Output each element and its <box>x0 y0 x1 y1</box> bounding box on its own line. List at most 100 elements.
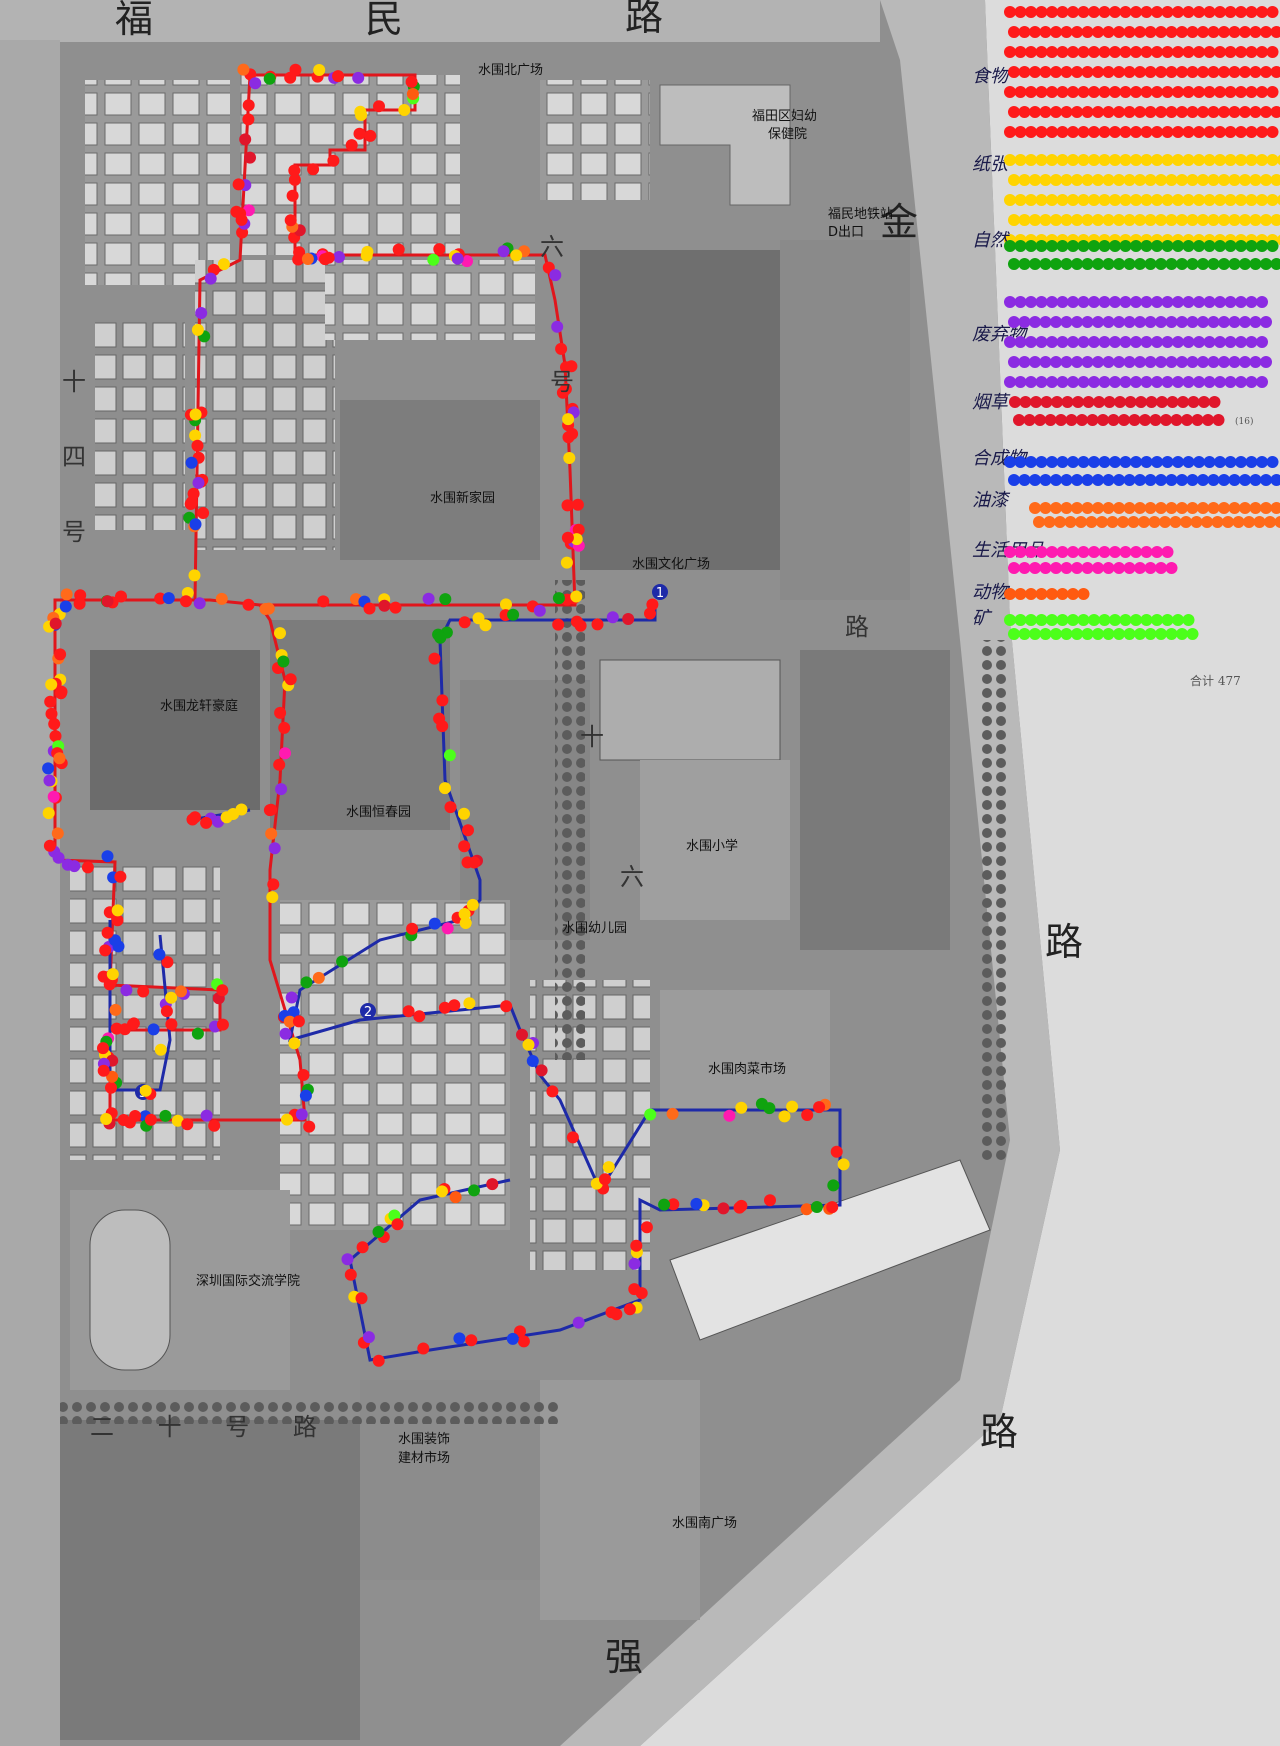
legend-dot <box>1249 214 1262 226</box>
legend-dot <box>1109 240 1121 252</box>
legend-dot <box>1203 6 1216 18</box>
legend-dot <box>1077 456 1090 468</box>
legend-dot <box>1088 194 1100 206</box>
legend-dot <box>1182 126 1195 138</box>
litter-dot <box>813 1101 826 1114</box>
legend-dot <box>1256 6 1268 18</box>
road-label-shisi-2: 四 <box>62 443 86 471</box>
legend-dot <box>1144 628 1157 640</box>
litter-dot <box>263 804 276 817</box>
legend-dot <box>1004 456 1016 468</box>
legend-dot <box>1014 614 1027 626</box>
legend-dot <box>1134 474 1146 486</box>
legend-dot <box>1193 46 1205 58</box>
legend-dot <box>1266 86 1279 98</box>
litter-dot <box>566 1131 579 1144</box>
legend-dot <box>1077 126 1090 138</box>
legend-dot <box>1172 240 1184 252</box>
block-s2 <box>530 980 650 1270</box>
legend-dot <box>1161 546 1174 558</box>
legend-dot <box>1046 546 1058 558</box>
legend-dot <box>1098 126 1111 138</box>
legend-dot <box>1050 106 1062 118</box>
legend-dot <box>1160 414 1172 426</box>
litter-dot <box>268 842 281 855</box>
litter-dot <box>263 72 276 85</box>
litter-dot <box>417 1342 430 1355</box>
legend-dot <box>1144 26 1157 38</box>
litter-dot <box>300 976 313 989</box>
road-label-liu: 六 <box>540 233 564 261</box>
legend-dot <box>1077 154 1090 166</box>
legend-dot <box>1155 628 1167 640</box>
legend-dot <box>1102 26 1115 38</box>
legend-dot <box>1025 546 1037 558</box>
litter-dot <box>735 1101 748 1114</box>
legend-dot <box>1004 126 1016 138</box>
legend-dot <box>1182 296 1195 308</box>
litter-dot <box>44 695 57 708</box>
legend-dot <box>1181 414 1193 426</box>
legend-dot <box>1025 154 1037 166</box>
litter-dot <box>827 1179 840 1192</box>
legend-dot <box>1035 296 1048 308</box>
litter-dot <box>378 599 391 612</box>
legend-dot <box>1239 174 1251 186</box>
legend-dot <box>1127 516 1140 528</box>
litter-dot <box>764 1194 776 1207</box>
legend-dot <box>1182 376 1195 388</box>
legend-dot <box>1186 26 1199 38</box>
litter-dot <box>115 590 127 603</box>
legend-dot <box>1088 336 1100 348</box>
legend-dot <box>1134 26 1146 38</box>
legend-dot <box>1088 376 1100 388</box>
litter-dot <box>185 456 198 469</box>
legend-dot <box>1155 214 1167 226</box>
legend-dot <box>1172 296 1184 308</box>
legend-dot <box>1014 86 1027 98</box>
legend-dot <box>1092 214 1104 226</box>
legend-dot <box>1245 86 1258 98</box>
legend-dot <box>1134 316 1146 328</box>
legend-dot <box>1025 240 1037 252</box>
legend-dot <box>1018 174 1031 186</box>
litter-dot <box>317 595 330 608</box>
litter-dot <box>55 687 67 700</box>
litter-dot <box>59 600 72 613</box>
legend-dot <box>1155 106 1167 118</box>
legend-dot <box>1182 336 1195 348</box>
legend-dot <box>1239 316 1251 328</box>
legend-dot <box>1046 46 1058 58</box>
legend-dot <box>1056 154 1069 166</box>
legend-dot <box>1008 26 1020 38</box>
litter-dot <box>265 827 278 840</box>
litter-dot <box>42 762 55 775</box>
legend-dot <box>1056 194 1069 206</box>
litter-dot <box>658 1198 671 1211</box>
legend-dot <box>1197 258 1209 270</box>
litter-dot <box>468 1184 480 1197</box>
legend-dot <box>1029 258 1041 270</box>
litter-dot <box>389 601 402 614</box>
legend-dot <box>1186 66 1199 78</box>
legend-dot <box>1151 336 1163 348</box>
litter-dot <box>49 617 62 630</box>
legend-dot <box>1008 356 1020 368</box>
legend-dot <box>1161 456 1174 468</box>
legend-dot <box>1207 66 1220 78</box>
litter-dot <box>153 948 166 961</box>
litter-dot <box>436 694 449 707</box>
litter-dot <box>535 1064 548 1077</box>
legend-dot <box>1228 66 1241 78</box>
legend-dot <box>1102 174 1115 186</box>
litter-dot <box>406 88 419 100</box>
legend-dot <box>1161 154 1174 166</box>
litter-dot <box>551 320 564 333</box>
south-square-block <box>540 1380 700 1620</box>
legend-dot <box>1218 474 1230 486</box>
legend-dot <box>1071 474 1083 486</box>
legend-dot <box>1207 474 1220 486</box>
legend-dot <box>1050 66 1062 78</box>
legend-dot <box>1155 258 1167 270</box>
legend-dot <box>1256 126 1268 138</box>
